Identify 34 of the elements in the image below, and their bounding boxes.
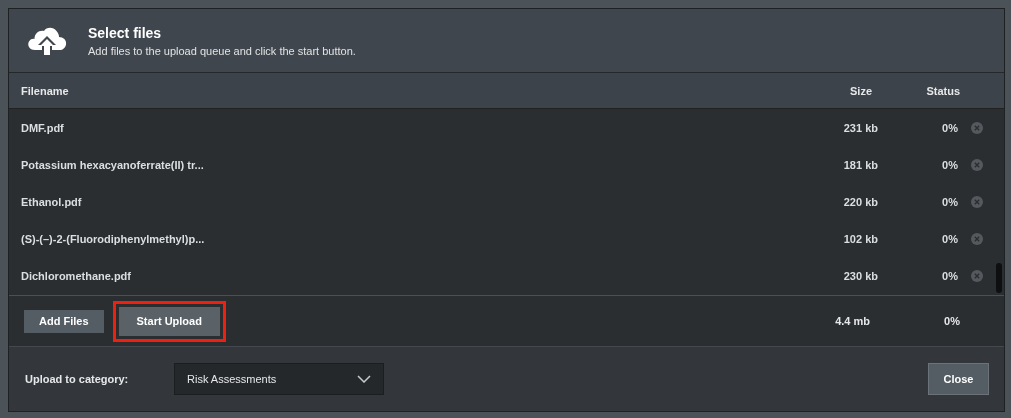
size-cell-text: 231 kb <box>842 121 878 134</box>
size-cell-text: 220 kb <box>842 195 878 208</box>
filename-cell-text: Potassium hexacyanoferrate(II) tr... <box>21 158 205 171</box>
remove-icon[interactable] <box>971 232 983 245</box>
column-header: Size <box>849 84 872 97</box>
filename-cell-text: Dichloromethane.pdf <box>21 269 132 282</box>
filename-cell-text: DMF.pdf <box>21 121 65 134</box>
status-cell-text: 0% <box>941 232 958 245</box>
total-size: 4.4 mb <box>834 315 870 327</box>
size-cell-text: 102 kb <box>842 232 878 245</box>
status-cell-text: 0% <box>941 269 958 282</box>
total-status: 0% <box>943 315 960 327</box>
category-label: Upload to category: <box>25 373 130 385</box>
chevron-down-icon <box>357 375 371 383</box>
filename-cell-text: (S)-(–)-2-(Fluorodiphenylmethyl)p... <box>21 232 206 245</box>
action-button[interactable]: Start Upload <box>112 300 226 342</box>
remove-icon[interactable] <box>971 195 983 208</box>
category-dropdown[interactable]: Risk Assessments <box>174 363 384 395</box>
scrollbar-thumb[interactable] <box>996 263 1002 293</box>
remove-icon[interactable] <box>971 158 983 171</box>
size-cell-text: 230 kb <box>842 269 878 282</box>
close-button[interactable]: Close <box>928 363 989 395</box>
status-cell-text: 0% <box>941 121 958 134</box>
dialog-title: Select files <box>88 24 163 41</box>
column-header: Filename <box>21 84 70 97</box>
status-cell-text: 0% <box>941 158 958 171</box>
column-header: Status <box>925 84 960 97</box>
remove-icon[interactable] <box>971 121 983 134</box>
dialog-subtitle: Add files to the upload queue and click the start button. <box>88 44 356 57</box>
filename-cell-text: Ethanol.pdf <box>21 195 83 208</box>
status-cell-text: 0% <box>941 195 958 208</box>
size-cell-text: 181 kb <box>842 158 878 171</box>
cloud-upload-icon <box>26 25 68 56</box>
remove-icon[interactable] <box>971 269 983 282</box>
